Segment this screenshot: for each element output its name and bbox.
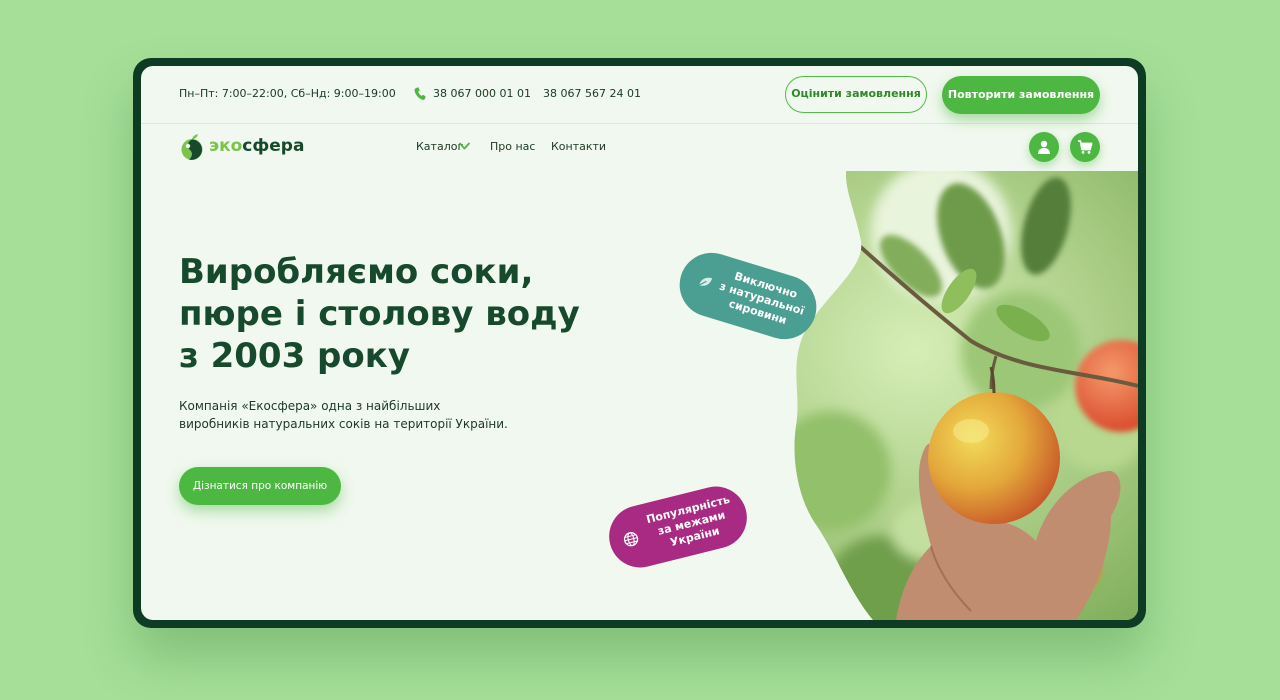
headline-line: Виробляємо соки, (179, 252, 534, 292)
cart-button[interactable] (1070, 132, 1100, 162)
headline-line: пюре і столову воду (179, 294, 580, 334)
globe-icon (623, 532, 639, 547)
cart-icon (1078, 140, 1093, 154)
user-icon (1038, 140, 1050, 154)
hero-headline: Виробляємо соки, пюре і столову воду з 2… (179, 251, 639, 377)
nav-about[interactable]: Про нас (490, 140, 535, 153)
chevron-down-icon[interactable] (459, 141, 470, 151)
headline-line: з 2003 року (179, 336, 410, 376)
brand-suffix: сфера (242, 136, 305, 156)
main-navbar: экосфера Каталог Про нас Контакти (141, 123, 1138, 171)
leaf-icon (698, 277, 713, 286)
repeat-order-button[interactable]: Повторити замовлення (942, 76, 1100, 114)
account-button[interactable] (1029, 132, 1059, 162)
phone-number-1[interactable]: 38 067 000 01 01 (433, 87, 531, 100)
rate-order-button[interactable]: Оцінити замовлення (785, 76, 927, 113)
nav-catalog[interactable]: Каталог (416, 140, 463, 153)
hero-apple-photo (794, 171, 1138, 620)
phone-number-2[interactable]: 38 067 567 24 01 (543, 87, 641, 100)
top-info-bar: Пн–Пт: 7:00–22:00, Сб–Нд: 9:00–19:00 38 … (141, 66, 1138, 124)
brand-prefix: эко (209, 136, 243, 156)
hero-description: Компанія «Екосфера» одна з найбільших ви… (179, 397, 519, 433)
brand-logo[interactable]: экосфера (209, 136, 304, 156)
device-frame: Пн–Пт: 7:00–22:00, Сб–Нд: 9:00–19:00 38 … (133, 58, 1146, 628)
working-hours: Пн–Пт: 7:00–22:00, Сб–Нд: 9:00–19:00 (179, 87, 396, 100)
phone-icon (414, 87, 426, 100)
description-line: Компанія «Екосфера» одна з найбільших (179, 399, 441, 413)
website-screen: Пн–Пт: 7:00–22:00, Сб–Нд: 9:00–19:00 38 … (141, 66, 1138, 620)
nav-contacts[interactable]: Контакти (551, 140, 606, 153)
description-line: виробників натуральних соків на територі… (179, 417, 508, 431)
learn-about-company-button[interactable]: Дізнатися про компанію (179, 467, 341, 505)
apple-logo-icon[interactable] (179, 133, 205, 161)
